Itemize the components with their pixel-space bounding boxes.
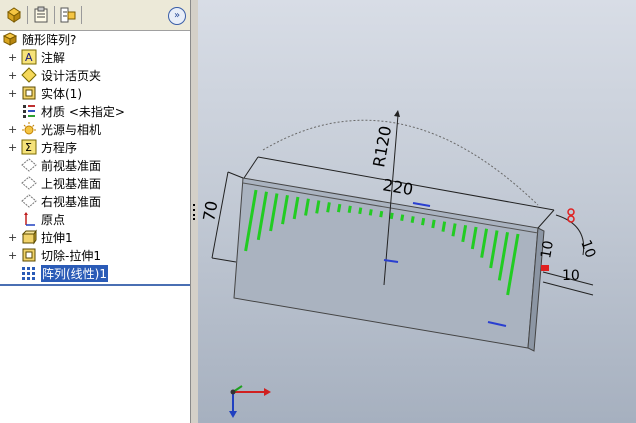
solid-bodies-icon [21, 85, 37, 101]
pattern-rib [400, 214, 405, 221]
feature-tree-icon [7, 7, 21, 23]
edge-dimension-b[interactable]: 10 [577, 238, 598, 260]
tree-item-label: 上视基准面 [41, 176, 102, 191]
tree-item-solid-bodies[interactable]: + 实体(1) [0, 84, 82, 102]
length-dimension[interactable]: 220 [381, 175, 414, 199]
configuration-icon [60, 7, 76, 23]
tab-separator [54, 6, 55, 24]
pattern-rib [389, 212, 394, 220]
equations-icon: Σ [21, 139, 37, 155]
pattern-rib [358, 207, 363, 215]
extrude-icon [21, 229, 37, 245]
tree-item-label: 光源与相机 [41, 122, 102, 137]
edge-dimension-c[interactable]: 10 [562, 268, 580, 284]
pattern-rib [410, 216, 415, 223]
expand-icon[interactable]: + [8, 249, 17, 262]
tree-item-label: 方程序 [41, 140, 78, 155]
tree-item-equations[interactable]: + Σ 方程序 [0, 138, 77, 156]
tree-item-front-plane[interactable]: 前视基准面 [0, 156, 101, 174]
plane-icon [21, 193, 37, 209]
tab-separator [27, 6, 28, 24]
expand-icon[interactable]: + [8, 87, 17, 100]
expand-icon[interactable]: + [8, 123, 17, 136]
tree-item-label: 实体(1) [41, 86, 82, 101]
tree-item-label: 阵列(线性)1 [41, 264, 108, 282]
tree-item-label: 材质 <未指定> [41, 104, 125, 119]
tree-root[interactable]: 随形阵列? [0, 30, 76, 48]
material-icon [21, 103, 37, 119]
tree-item-right-plane[interactable]: 右视基准面 [0, 192, 101, 210]
pattern-rib [441, 221, 447, 232]
edge-dimension-a[interactable]: 10 [538, 239, 557, 259]
annotation-icon: A [21, 49, 37, 65]
panel-divider [0, 284, 190, 286]
tree-item-label: 注解 [41, 50, 66, 65]
view-triad-icon [229, 385, 271, 418]
expand-icon[interactable]: + [8, 141, 17, 154]
feature-manager-panel: » 随形阵列? + A 注解 + 设计活页夹 + 实体(1) 材质 <未指定> … [0, 0, 191, 423]
arrow-icon [394, 110, 400, 117]
tree-root-label: 随形阵列? [22, 32, 77, 47]
extension-line [211, 257, 237, 263]
svg-text:A: A [25, 51, 33, 64]
tree-item-label: 拉伸1 [41, 230, 73, 245]
feature-manager-tab[interactable] [3, 4, 25, 26]
plane-icon [21, 175, 37, 191]
pattern-rib [347, 205, 352, 214]
design-binder-icon [21, 67, 37, 83]
svg-text:Σ: Σ [25, 141, 32, 154]
pattern-rib [315, 200, 321, 214]
tree-item-lights-cameras[interactable]: + 光源与相机 [0, 120, 101, 138]
tree-item-design-binder[interactable]: + 设计活页夹 [0, 66, 101, 84]
tree-item-label: 右视基准面 [41, 194, 102, 209]
graphics-viewport[interactable]: R120 220 70 10 10 10 [198, 0, 636, 423]
splitter-grip-icon[interactable] [193, 203, 196, 221]
pattern-rib [379, 210, 384, 218]
tree-item-label: 原点 [41, 212, 66, 227]
property-manager-tab[interactable] [30, 4, 52, 26]
marker-icon [567, 208, 575, 216]
tree-item-label: 切除-拉伸1 [41, 248, 101, 263]
blue-sketch-mark [412, 202, 431, 207]
tree-item-label: 前视基准面 [41, 158, 102, 173]
pattern-rib [368, 209, 373, 216]
lights-cameras-icon [21, 121, 37, 137]
model-view[interactable]: R120 220 70 10 10 10 [198, 0, 636, 423]
expand-icon[interactable]: + [8, 231, 17, 244]
origin-icon [21, 211, 37, 227]
height-dimension[interactable]: 70 [199, 199, 221, 222]
property-icon [34, 6, 48, 23]
expand-panel-button[interactable]: » [168, 7, 186, 25]
cut-extrude-icon [21, 247, 37, 263]
tree-item-origin[interactable]: 原点 [0, 210, 65, 228]
expand-icon[interactable]: + [8, 51, 17, 64]
marker-icon [541, 265, 549, 271]
extension-line [537, 209, 555, 229]
tree-item-linear-pattern1[interactable]: 阵列(线性)1 [0, 264, 108, 282]
tree-item-label: 设计活页夹 [41, 68, 102, 83]
tree-item-extrude1[interactable]: + 拉伸1 [0, 228, 73, 246]
pattern-rib [431, 219, 436, 229]
plane-icon [21, 157, 37, 173]
radius-dimension[interactable]: R120 [369, 124, 395, 168]
pattern-rib [336, 203, 342, 213]
pattern-rib [451, 223, 457, 237]
tree-item-material[interactable]: 材质 <未指定> [0, 102, 125, 120]
pattern-rib [326, 202, 331, 213]
linear-pattern-icon [21, 265, 37, 281]
expand-icon[interactable]: + [8, 69, 17, 82]
tree-item-cut-extrude1[interactable]: + 切除-拉伸1 [0, 246, 101, 264]
configuration-manager-tab[interactable] [57, 4, 79, 26]
marker-icon [567, 215, 575, 223]
pattern-rib [421, 217, 426, 226]
tab-separator [81, 6, 82, 24]
extension-line [243, 156, 259, 179]
tree-item-top-plane[interactable]: 上视基准面 [0, 174, 101, 192]
tree-item-annotations[interactable]: + A 注解 [0, 48, 65, 66]
extension-line [227, 171, 244, 179]
manager-tab-bar: » [0, 0, 190, 31]
part-icon [2, 31, 18, 47]
